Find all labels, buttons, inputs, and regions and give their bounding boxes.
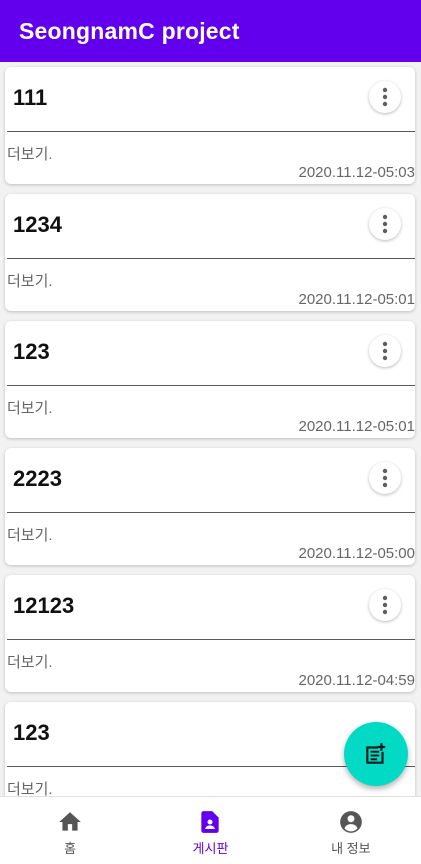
post-title: 123 xyxy=(13,339,50,364)
post-date: 2020.11.12-05:03 xyxy=(298,164,416,181)
home-icon xyxy=(59,812,81,831)
post-title: 2223 xyxy=(13,466,62,491)
post-title: 111 xyxy=(13,85,48,110)
divider xyxy=(7,639,415,640)
post-date: 2020.11.12-05:01 xyxy=(298,291,416,308)
more-options-button[interactable] xyxy=(369,335,401,367)
post-card[interactable]: 12123 더보기. 2020.11.12-04:59 xyxy=(5,575,415,692)
post-date: 2020.11.12-04:59 xyxy=(298,672,416,689)
account-circle-icon xyxy=(339,811,362,833)
document-person-icon xyxy=(201,811,220,833)
bottom-navigation: 홈 게시판 내 정보 xyxy=(0,796,421,864)
post-card[interactable]: 123 더보기. 2020.11.12-05:01 xyxy=(5,321,415,438)
divider xyxy=(7,385,415,386)
nav-label: 내 정보 xyxy=(331,841,371,856)
post-body: 더보기. xyxy=(7,146,53,163)
post-title: 123 xyxy=(13,720,50,745)
more-vert-icon xyxy=(382,214,388,234)
add-post-button[interactable] xyxy=(344,722,408,786)
divider xyxy=(7,131,415,132)
nav-item-board[interactable]: 게시판 xyxy=(140,797,280,864)
post-body: 더보기. xyxy=(7,400,53,417)
post-body: 더보기. xyxy=(7,273,53,290)
post-card[interactable]: 111 더보기. 2020.11.12-05:03 xyxy=(5,67,415,184)
post-list[interactable]: 111 더보기. 2020.11.12-05:03 1234 더보기. 2020… xyxy=(0,62,421,796)
more-vert-icon xyxy=(382,87,388,107)
post-body: 더보기. xyxy=(7,654,53,671)
more-vert-icon xyxy=(382,595,388,615)
post-body: 더보기. xyxy=(7,527,53,544)
post-title: 1234 xyxy=(13,212,62,237)
post-body: 더보기. xyxy=(7,781,53,796)
post-card[interactable]: 2223 더보기. 2020.11.12-05:00 xyxy=(5,448,415,565)
nav-label: 홈 xyxy=(64,841,77,856)
nav-item-my-info[interactable]: 내 정보 xyxy=(281,797,421,864)
more-options-button[interactable] xyxy=(369,208,401,240)
divider xyxy=(7,512,415,513)
nav-item-home[interactable]: 홈 xyxy=(0,797,140,864)
post-date: 2020.11.12-05:00 xyxy=(298,545,416,562)
post-card[interactable]: 1234 더보기. 2020.11.12-05:01 xyxy=(5,194,415,311)
post-add-icon xyxy=(366,743,386,764)
more-vert-icon xyxy=(382,341,388,361)
app-bar: SeongnamC project xyxy=(0,0,421,62)
app-title: SeongnamC project xyxy=(19,17,240,44)
post-title: 12123 xyxy=(13,593,75,618)
more-options-button[interactable] xyxy=(369,589,401,621)
post-date: 2020.11.12-05:01 xyxy=(298,418,416,435)
more-vert-icon xyxy=(382,468,388,488)
nav-label: 게시판 xyxy=(192,841,229,856)
more-options-button[interactable] xyxy=(369,81,401,113)
divider xyxy=(7,258,415,259)
more-options-button[interactable] xyxy=(369,462,401,494)
